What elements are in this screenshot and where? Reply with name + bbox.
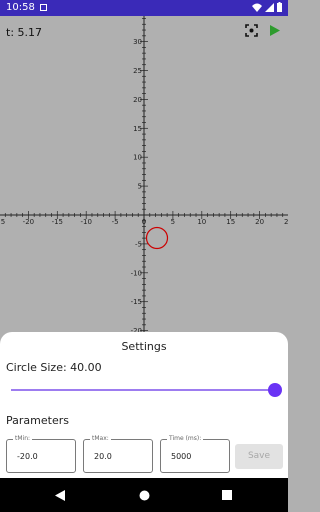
y-tick-label: 25 [133, 67, 142, 75]
time-ms-value: 5000 [171, 452, 192, 461]
home-button[interactable] [132, 478, 156, 512]
notification-icon [40, 4, 47, 11]
circle-size-slider[interactable] [11, 389, 275, 391]
slider-fill [11, 389, 275, 391]
tmin-label: tMin: [13, 435, 33, 442]
y-tick-label: -10 [131, 269, 142, 277]
time-ms-label: Time (ms): [167, 435, 204, 442]
y-tick-label: 10 [133, 154, 142, 162]
x-tick-label: -10 [80, 218, 91, 226]
x-tick-label: -25 [0, 218, 5, 226]
battery-icon [277, 2, 282, 12]
recents-icon [222, 490, 232, 500]
y-tick-label: 20 [133, 96, 142, 104]
play-icon[interactable] [270, 25, 280, 36]
tmax-field[interactable]: tMax: 20.0 [83, 435, 153, 473]
y-tick-label: -15 [131, 298, 142, 306]
recents-button[interactable] [215, 478, 239, 512]
time-readout: t: 5.17 [6, 26, 43, 39]
position-circle [145, 226, 169, 250]
tmin-value: -20.0 [17, 452, 38, 461]
x-tick-label: 15 [226, 218, 235, 226]
axes: -25 -20 -15 -10 -5 0 5 10 15 20 25 30 25 20 15 10 5 -5 -10… [0, 16, 288, 336]
y-tick-label: -5 [135, 240, 142, 248]
top-toolbar [245, 24, 280, 37]
y-tick-label: 15 [133, 125, 142, 133]
x-tick-label: 5 [171, 218, 175, 226]
circle-size-label: Circle Size: 40.00 [6, 361, 102, 374]
back-button[interactable] [48, 478, 72, 512]
x-tick-label: -15 [52, 218, 63, 226]
save-button[interactable]: Save [235, 444, 283, 469]
status-time: 10:58 [6, 2, 35, 13]
x-tick-label: 25 [284, 218, 288, 226]
home-icon [139, 490, 149, 500]
tmax-value: 20.0 [94, 452, 112, 461]
status-bar: 10:58 [0, 0, 288, 16]
tmax-label: tMax: [90, 435, 111, 442]
time-ms-field[interactable]: Time (ms): 5000 [160, 435, 230, 473]
x-tick-label: 20 [255, 218, 264, 226]
x-tick-label: -5 [112, 218, 119, 226]
fullscreen-icon[interactable] [245, 24, 258, 37]
tmin-field[interactable]: tMin: -20.0 [6, 435, 76, 473]
x-tick-label: -20 [23, 218, 34, 226]
x-tick-label: 0 [142, 218, 146, 226]
plot-area[interactable]: -25 -20 -15 -10 -5 0 5 10 15 20 25 30 25 20 15 10 5 -5 -10… [0, 16, 288, 336]
x-tick-label: 10 [197, 218, 206, 226]
settings-sheet: Settings Circle Size: 40.00 Parameters t… [0, 332, 288, 478]
y-tick-label: 5 [138, 183, 142, 191]
parameters-label: Parameters [6, 414, 69, 427]
status-icons [252, 2, 282, 12]
navigation-bar [0, 478, 288, 512]
back-icon [55, 489, 65, 501]
signal-icon [265, 2, 274, 12]
settings-title: Settings [121, 340, 167, 353]
wifi-icon [252, 3, 262, 12]
y-tick-label: 30 [133, 38, 142, 46]
slider-thumb[interactable] [268, 383, 282, 397]
